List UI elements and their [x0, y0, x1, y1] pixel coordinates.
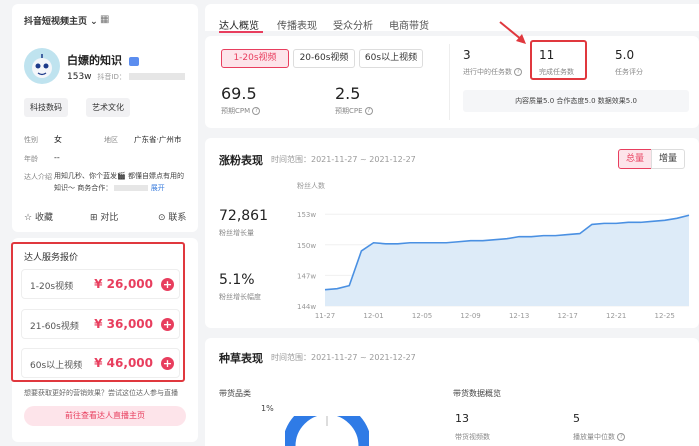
region-label: 地区: [104, 136, 118, 144]
live-page-button[interactable]: 前往查看达人直播主页: [24, 406, 186, 426]
divider: [449, 44, 450, 120]
x-tick-label: 12-05: [412, 312, 432, 320]
growth-card: 涨粉表现 时间范围：2021-11-27 ~ 2021-12-27 总量 增量 …: [205, 138, 699, 328]
contact-button[interactable]: ⊙ 联系: [158, 210, 186, 223]
star-icon: ☆: [24, 213, 33, 223]
tag-0[interactable]: 科技数码: [24, 98, 68, 117]
profile-fans: 153w 抖音ID：: [67, 72, 185, 82]
profile-card: 抖音短视频主页 ⌄ ▦ 白嫖的知识 153w 抖音ID： 科技数码 艺术文化 性…: [12, 4, 198, 232]
fans-chart: 粉丝人数 144w 147w 150w 153w 11-27 12-01 12-05 12-09…: [297, 181, 690, 320]
x-tick-label: 12-01: [363, 312, 383, 320]
cpm-value: 69.5: [221, 84, 257, 103]
video-tab-1-20s[interactable]: 1-20s视频: [221, 49, 289, 68]
y-tick-label: 150w: [297, 242, 316, 250]
goods-count-label: 带货视频数: [455, 433, 490, 441]
fans-count: 153w: [67, 72, 92, 82]
cpe-value: 2.5: [335, 84, 361, 103]
gender-label: 性别: [24, 136, 38, 144]
age-label: 年龄: [24, 155, 38, 163]
y-tick-label: 144w: [297, 303, 316, 311]
y-tick-label: 147w: [297, 272, 316, 280]
platform-dropdown[interactable]: 抖音短视频主页 ⌄: [24, 14, 98, 27]
donut-pct-label: 1%: [261, 404, 274, 413]
play-median-label: 播放量中位数 ?: [573, 432, 626, 442]
category-label: 带货品类: [219, 389, 251, 398]
growth-range: 时间范围：2021-11-27 ~ 2021-12-27: [271, 155, 416, 164]
arrow-annotation-icon: [499, 21, 526, 44]
intro-label: 达人介绍: [24, 173, 52, 181]
x-tick-label: 12-17: [557, 312, 577, 320]
help-icon[interactable]: ?: [252, 107, 261, 115]
tab-active-underline: [219, 31, 263, 33]
pricing-highlight-box: [11, 242, 185, 382]
id-label: 抖音ID：: [97, 73, 126, 81]
region-value: 广东省·广州市: [134, 135, 182, 144]
tab-audience[interactable]: 受众分析: [333, 17, 373, 32]
area-fill: [325, 215, 689, 306]
expand-link[interactable]: 展开: [151, 184, 165, 192]
x-tick-label: 12-09: [460, 312, 480, 320]
grid-icon[interactable]: ▦: [100, 14, 109, 25]
intro-redacted: [114, 185, 149, 191]
verified-icon: [128, 56, 139, 66]
metrics-card: 1-20s视频 20-60s视频 60s以上视频 69.5 预期CPM ? 2.…: [205, 36, 699, 128]
growth-title: 涨粉表现: [219, 154, 263, 167]
fans-rate-label: 粉丝增长幅度: [219, 293, 261, 301]
help-icon[interactable]: ?: [364, 107, 373, 115]
x-tick-label: 12-25: [655, 312, 675, 320]
seeding-range: 时间范围：2021-11-27 ~ 2021-12-27: [271, 353, 416, 362]
y-tick-label: 153w: [297, 211, 316, 219]
compare-button[interactable]: ⊞ 对比: [90, 210, 118, 223]
cpm-label: 预期CPM ?: [221, 106, 261, 116]
platform-dropdown-label: 抖音短视频主页: [24, 17, 88, 27]
rating-value: 5.0: [615, 48, 635, 62]
x-tick-label: 11-27: [315, 312, 335, 320]
profile-name: 白嫖的知识: [67, 52, 139, 68]
in-progress-value: 3: [463, 48, 471, 62]
toggle-total[interactable]: 总量: [618, 149, 652, 169]
y-axis-label: 粉丝人数: [297, 181, 325, 190]
fans-growth-label: 粉丝增长量: [219, 229, 254, 237]
tab-ecommerce[interactable]: 电商带货: [389, 17, 429, 32]
tab-spread[interactable]: 传播表现: [277, 17, 317, 32]
completed-highlight-box: [530, 40, 587, 80]
rating-label: 任务评分: [615, 68, 643, 76]
seeding-title: 种草表现: [219, 352, 263, 365]
intro-line-2: 知识～ 商务合作： 展开: [54, 184, 165, 192]
tag-1[interactable]: 艺术文化: [86, 98, 130, 117]
fans-growth-value: 72,861: [219, 208, 268, 224]
tab-bar: 达人概览 传播表现 受众分析 电商带货: [205, 4, 699, 33]
in-progress-label: 进行中的任务数 ?: [463, 67, 523, 77]
play-median-value: 5: [573, 412, 580, 425]
help-icon[interactable]: ?: [514, 68, 523, 76]
task-summary: 内容质量5.0 合作态度5.0 数据效果5.0: [463, 90, 689, 112]
favorite-button[interactable]: ☆ 收藏: [24, 210, 53, 223]
goods-count-value: 13: [455, 412, 469, 425]
id-redacted: [128, 73, 185, 80]
x-tick-label: 12-13: [509, 312, 529, 320]
intro-line-1: 用知几秒、你个蓝发🎬 都懂自嫖点有用的: [54, 172, 184, 180]
live-hint: 想要获取更好的营销效果？尝试这位达人参与直播: [24, 389, 178, 397]
chevron-down-icon: ⌄: [90, 17, 98, 27]
help-icon[interactable]: ?: [617, 433, 626, 441]
avatar: [24, 48, 60, 84]
category-donut: [285, 416, 369, 446]
fans-rate-value: 5.1%: [219, 272, 255, 288]
toggle-increment[interactable]: 增量: [651, 149, 685, 169]
video-tab-20-60s[interactable]: 20-60s视频: [293, 49, 355, 68]
video-tab-60s-plus[interactable]: 60s以上视频: [359, 49, 423, 68]
contact-icon: ⊙: [158, 213, 166, 223]
seeding-card: 种草表现 时间范围：2021-11-27 ~ 2021-12-27 带货品类 1…: [205, 338, 699, 446]
age-value: --: [54, 153, 60, 162]
avatar-robot-icon: [32, 54, 52, 78]
cpe-label: 预期CPE ?: [335, 106, 373, 116]
gender-value: 女: [54, 135, 62, 144]
overview-label: 带货数据概览: [453, 389, 501, 398]
x-tick-label: 12-21: [606, 312, 626, 320]
compare-icon: ⊞: [90, 213, 98, 223]
tab-overview[interactable]: 达人概览: [219, 17, 259, 32]
